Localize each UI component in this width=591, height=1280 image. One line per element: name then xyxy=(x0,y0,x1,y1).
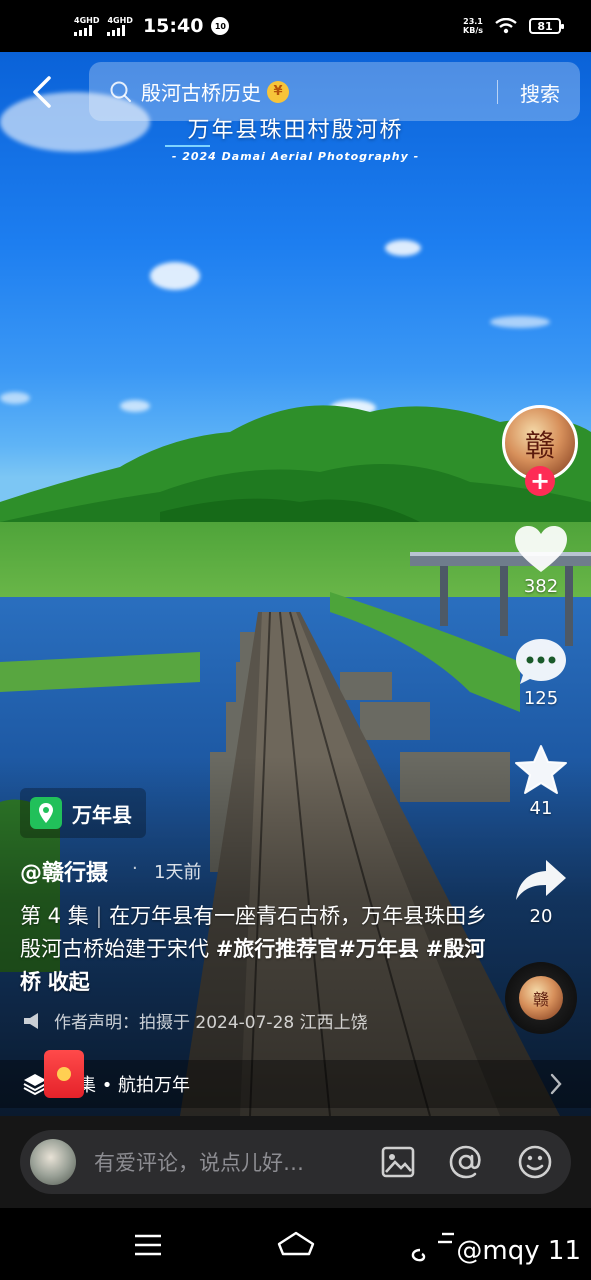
megaphone-icon xyxy=(24,1012,38,1029)
search-icon xyxy=(110,81,131,102)
emoji-icon[interactable] xyxy=(517,1144,553,1180)
speed-value: 23.1 xyxy=(463,17,483,26)
search-bar[interactable]: 殷河古桥历史 ¥ 搜索 xyxy=(89,62,580,121)
notification-badge: 10 xyxy=(211,17,230,35)
collection-title: 集 • 航拍万年 xyxy=(78,1075,191,1096)
music-disc-cover: 赣 xyxy=(519,976,563,1020)
share-arrow-icon xyxy=(516,860,566,900)
network-speed: 23.1 KB/s xyxy=(463,17,483,35)
video-subtitle-overlay: - 2024 Damai Aerial Photography - xyxy=(171,150,420,163)
chevron-left-icon xyxy=(33,76,51,108)
home-icon[interactable] xyxy=(276,1230,316,1258)
search-query[interactable]: 殷河古桥历史 xyxy=(141,77,261,106)
author-name[interactable]: @赣行摄 xyxy=(20,855,108,887)
at-mention-icon[interactable] xyxy=(448,1144,484,1180)
heart-icon xyxy=(515,526,567,572)
music-disc[interactable]: 赣 xyxy=(505,962,577,1034)
follow-button[interactable]: + xyxy=(525,466,555,496)
clock: 15:40 xyxy=(142,15,204,37)
signal-label: 4GHD xyxy=(74,15,100,25)
comment-placeholder[interactable]: 有爱评论，说点儿好… xyxy=(94,1147,304,1177)
author-declaration: 作者声明：拍摄于 2024-07-28 江西上饶 xyxy=(22,1008,368,1033)
user-avatar xyxy=(30,1139,76,1185)
location-pin-icon xyxy=(30,797,62,829)
comment-button[interactable]: 125 xyxy=(505,636,577,709)
back-nav-icon[interactable] xyxy=(408,1230,456,1264)
location-tag[interactable]: 万年县 xyxy=(20,788,146,838)
search-button[interactable]: 搜索 xyxy=(520,78,560,107)
image-icon[interactable] xyxy=(380,1144,416,1180)
favorite-count: 41 xyxy=(529,798,553,819)
episode-label: 第 4 集 xyxy=(20,904,89,928)
comment-count: 125 xyxy=(523,688,559,709)
battery-indicator: 81 xyxy=(529,18,564,34)
menu-icon[interactable] xyxy=(134,1234,162,1256)
separator-dot: · xyxy=(132,858,138,879)
post-time: 1天前 xyxy=(154,862,202,883)
watermark-text: @mqy 11 xyxy=(456,1236,581,1266)
episode-separator: | xyxy=(95,904,103,928)
speed-unit: KB/s xyxy=(463,26,483,35)
like-count: 382 xyxy=(523,576,559,597)
like-button[interactable]: 382 xyxy=(505,524,577,597)
comment-input[interactable]: 有爱评论，说点儿好… xyxy=(20,1130,571,1194)
location-name: 万年县 xyxy=(72,802,132,827)
collection-bar[interactable]: 集 • 航拍万年 xyxy=(0,1060,591,1108)
back-button[interactable] xyxy=(22,72,62,112)
chevron-right-icon xyxy=(550,1073,562,1095)
share-button[interactable]: 20 xyxy=(505,856,577,927)
signal-indicator-1: 4GHD xyxy=(74,15,100,36)
hashtag[interactable]: #旅行推荐官 xyxy=(216,937,339,961)
share-count: 20 xyxy=(529,906,553,927)
collapse-link[interactable]: 收起 xyxy=(48,970,90,994)
star-icon xyxy=(515,745,567,794)
comment-icon xyxy=(516,639,566,684)
post-description[interactable]: 第 4 集 | 在万年县有一座青石古桥，万年县珠田乡殷河古桥始建于宋代 #旅行推… xyxy=(20,900,490,999)
wifi-icon xyxy=(495,18,517,34)
hashtag[interactable]: #万年县 xyxy=(338,937,419,961)
status-bar: 4GHD 4GHD 15:40 10 23.1 KB/s 81 xyxy=(0,0,591,52)
declaration-text: 作者声明：拍摄于 2024-07-28 江西上饶 xyxy=(54,1013,368,1033)
red-packet-icon[interactable] xyxy=(44,1050,84,1098)
reward-coin-icon[interactable]: ¥ xyxy=(267,80,289,103)
favorite-button[interactable]: 41 xyxy=(505,744,577,819)
signal-indicator-2: 4GHD xyxy=(107,15,133,36)
signal-label: 4GHD xyxy=(107,15,133,25)
